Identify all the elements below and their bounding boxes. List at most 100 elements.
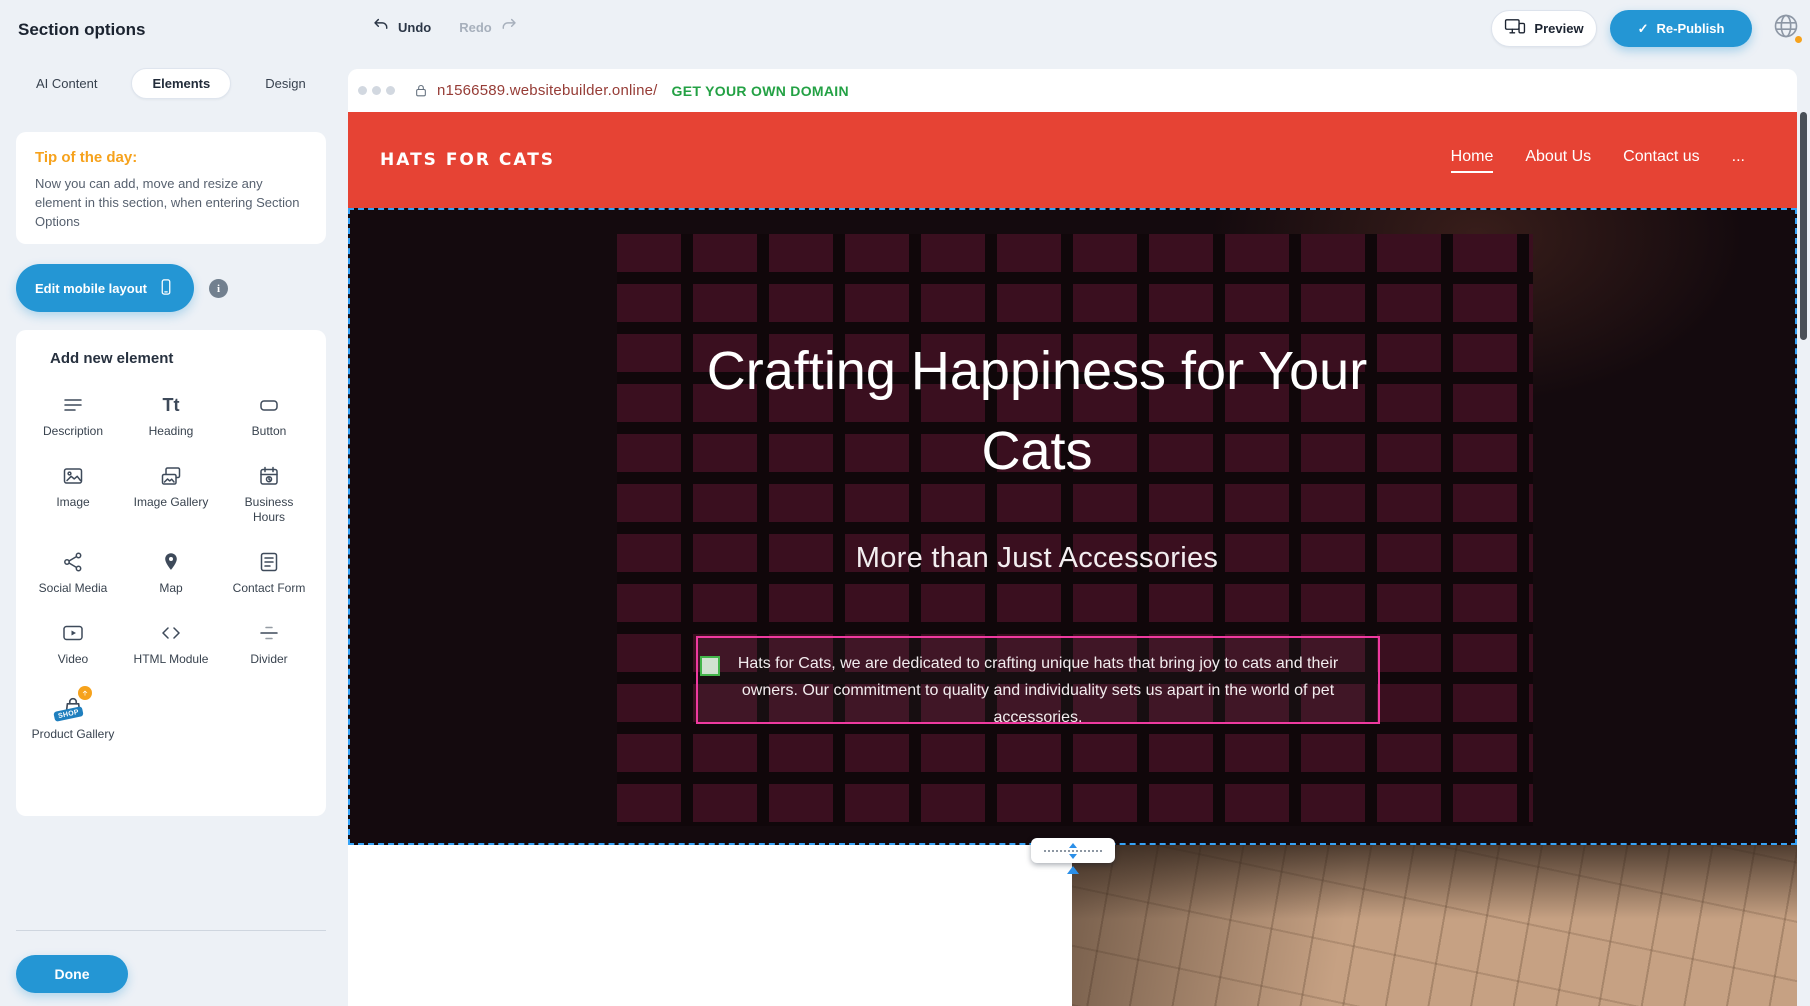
notification-dot xyxy=(1794,35,1803,44)
element-map[interactable]: Map xyxy=(122,544,220,600)
tab-ai-content[interactable]: AI Content xyxy=(26,69,107,98)
get-domain-link[interactable]: GET YOUR OWN DOMAIN xyxy=(672,83,849,99)
button-icon xyxy=(257,391,281,419)
window-dot xyxy=(358,86,367,95)
language-globe-button[interactable] xyxy=(1766,8,1806,48)
element-label: Heading xyxy=(149,424,194,439)
arrow-down-icon xyxy=(1069,854,1077,859)
resize-handle-left[interactable] xyxy=(700,656,720,676)
dotted-line xyxy=(1044,850,1102,852)
element-grid: Description Tt Heading Button Image Imag… xyxy=(24,387,318,746)
element-label: Product Gallery xyxy=(32,727,115,742)
edit-mobile-layout-button[interactable]: Edit mobile layout xyxy=(16,264,194,312)
app-root: Section options Undo Redo Preview ✓ xyxy=(0,0,1810,1006)
lock-icon xyxy=(413,82,429,99)
hero-heading[interactable]: Crafting Happiness for Your Cats xyxy=(621,332,1453,492)
element-video[interactable]: Video xyxy=(24,615,122,671)
add-new-element-card: Add new element Description Tt Heading B… xyxy=(16,330,326,816)
element-contact-form[interactable]: Contact Form xyxy=(220,544,318,600)
element-html-module[interactable]: HTML Module xyxy=(122,615,220,671)
drag-up-arrow-icon xyxy=(1067,866,1079,874)
next-section-image[interactable] xyxy=(1072,845,1797,1006)
element-label: Map xyxy=(159,581,182,596)
video-icon xyxy=(61,619,85,647)
page-title: Section options xyxy=(18,20,146,40)
site-nav: Home About Us Contact us ... xyxy=(1451,148,1745,173)
top-bar: Section options Undo Redo Preview ✓ xyxy=(0,0,1810,58)
add-new-element-title: Add new element xyxy=(24,350,318,367)
business-hours-icon xyxy=(257,462,281,490)
element-description[interactable]: Description xyxy=(24,387,122,443)
image-gallery-icon xyxy=(159,462,183,490)
hero-section-selected[interactable]: Crafting Happiness for Your Cats More th… xyxy=(348,208,1797,845)
site-header[interactable]: HATS FOR CATS Home About Us Contact us .… xyxy=(348,112,1797,208)
info-icon[interactable]: i xyxy=(209,279,228,298)
element-product-gallery[interactable]: SHOP Product Gallery xyxy=(24,686,122,746)
redo-button[interactable]: Redo xyxy=(459,16,518,38)
window-dot xyxy=(372,86,381,95)
preview-button[interactable]: Preview xyxy=(1491,10,1597,47)
heading-icon: Tt xyxy=(163,391,180,419)
nav-home[interactable]: Home xyxy=(1451,148,1494,173)
redo-icon xyxy=(499,16,518,38)
element-button[interactable]: Button xyxy=(220,387,318,443)
republish-label: Re-Publish xyxy=(1657,21,1725,36)
page-scrollbar[interactable] xyxy=(1800,112,1807,340)
nav-about-us[interactable]: About Us xyxy=(1525,148,1591,173)
element-label: HTML Module xyxy=(134,652,209,667)
arrow-up-icon xyxy=(1069,843,1077,848)
element-label: Business Hours xyxy=(227,495,311,525)
site-url[interactable]: n1566589.websitebuilder.online/ xyxy=(437,82,658,99)
history-controls: Undo Redo xyxy=(372,16,518,38)
element-business-hours[interactable]: Business Hours xyxy=(220,458,318,529)
section-height-resize-handle[interactable] xyxy=(1031,838,1115,863)
phone-icon xyxy=(157,277,175,300)
tip-title: Tip of the day: xyxy=(35,149,307,166)
undo-icon xyxy=(372,16,391,38)
undo-button[interactable]: Undo xyxy=(372,16,431,38)
element-label: Image xyxy=(56,495,89,510)
hero-subheading[interactable]: More than Just Accessories xyxy=(621,542,1453,575)
republish-button[interactable]: ✓ Re-Publish xyxy=(1610,10,1752,47)
element-divider[interactable]: Divider xyxy=(220,615,318,671)
sidebar-divider xyxy=(16,930,326,931)
redo-label: Redo xyxy=(459,20,492,35)
element-social-media[interactable]: Social Media xyxy=(24,544,122,600)
site-preview-window: n1566589.websitebuilder.online/ GET YOUR… xyxy=(348,69,1797,1006)
tip-body: Now you can add, move and resize any ele… xyxy=(35,175,307,232)
social-media-icon xyxy=(61,548,85,576)
image-icon xyxy=(61,462,85,490)
divider-icon xyxy=(257,619,281,647)
done-button[interactable]: Done xyxy=(16,955,128,993)
tip-of-the-day-card: Tip of the day: Now you can add, move an… xyxy=(16,132,326,244)
element-label: Video xyxy=(58,652,88,667)
nav-contact-us[interactable]: Contact us xyxy=(1623,148,1699,173)
window-dot xyxy=(386,86,395,95)
element-image[interactable]: Image xyxy=(24,458,122,529)
check-icon: ✓ xyxy=(1638,21,1649,37)
element-label: Description xyxy=(43,424,103,439)
tab-design[interactable]: Design xyxy=(255,69,315,98)
site-logo[interactable]: HATS FOR CATS xyxy=(380,150,555,170)
element-label: Contact Form xyxy=(233,581,306,596)
map-pin-icon xyxy=(159,548,183,576)
upgrade-badge-icon xyxy=(78,686,92,700)
nav-more-icon[interactable]: ... xyxy=(1732,148,1745,173)
contact-form-icon xyxy=(257,548,281,576)
element-label: Button xyxy=(252,424,287,439)
hero-paragraph[interactable]: Hats for Cats, we are dedicated to craft… xyxy=(698,638,1378,745)
product-gallery-icon: SHOP xyxy=(56,691,90,721)
tab-elements[interactable]: Elements xyxy=(131,68,231,99)
selected-text-element[interactable]: Hats for Cats, we are dedicated to craft… xyxy=(696,636,1380,724)
element-image-gallery[interactable]: Image Gallery xyxy=(122,458,220,529)
browser-chrome: n1566589.websitebuilder.online/ GET YOUR… xyxy=(348,69,1797,112)
element-label: Divider xyxy=(250,652,287,667)
sidebar-tabs: AI Content Elements Design xyxy=(26,68,316,99)
edit-mobile-label: Edit mobile layout xyxy=(35,281,147,296)
element-heading[interactable]: Tt Heading xyxy=(122,387,220,443)
preview-label: Preview xyxy=(1534,21,1583,36)
element-label: Social Media xyxy=(39,581,108,596)
description-icon xyxy=(61,391,85,419)
window-dots xyxy=(358,86,395,95)
undo-label: Undo xyxy=(398,20,431,35)
